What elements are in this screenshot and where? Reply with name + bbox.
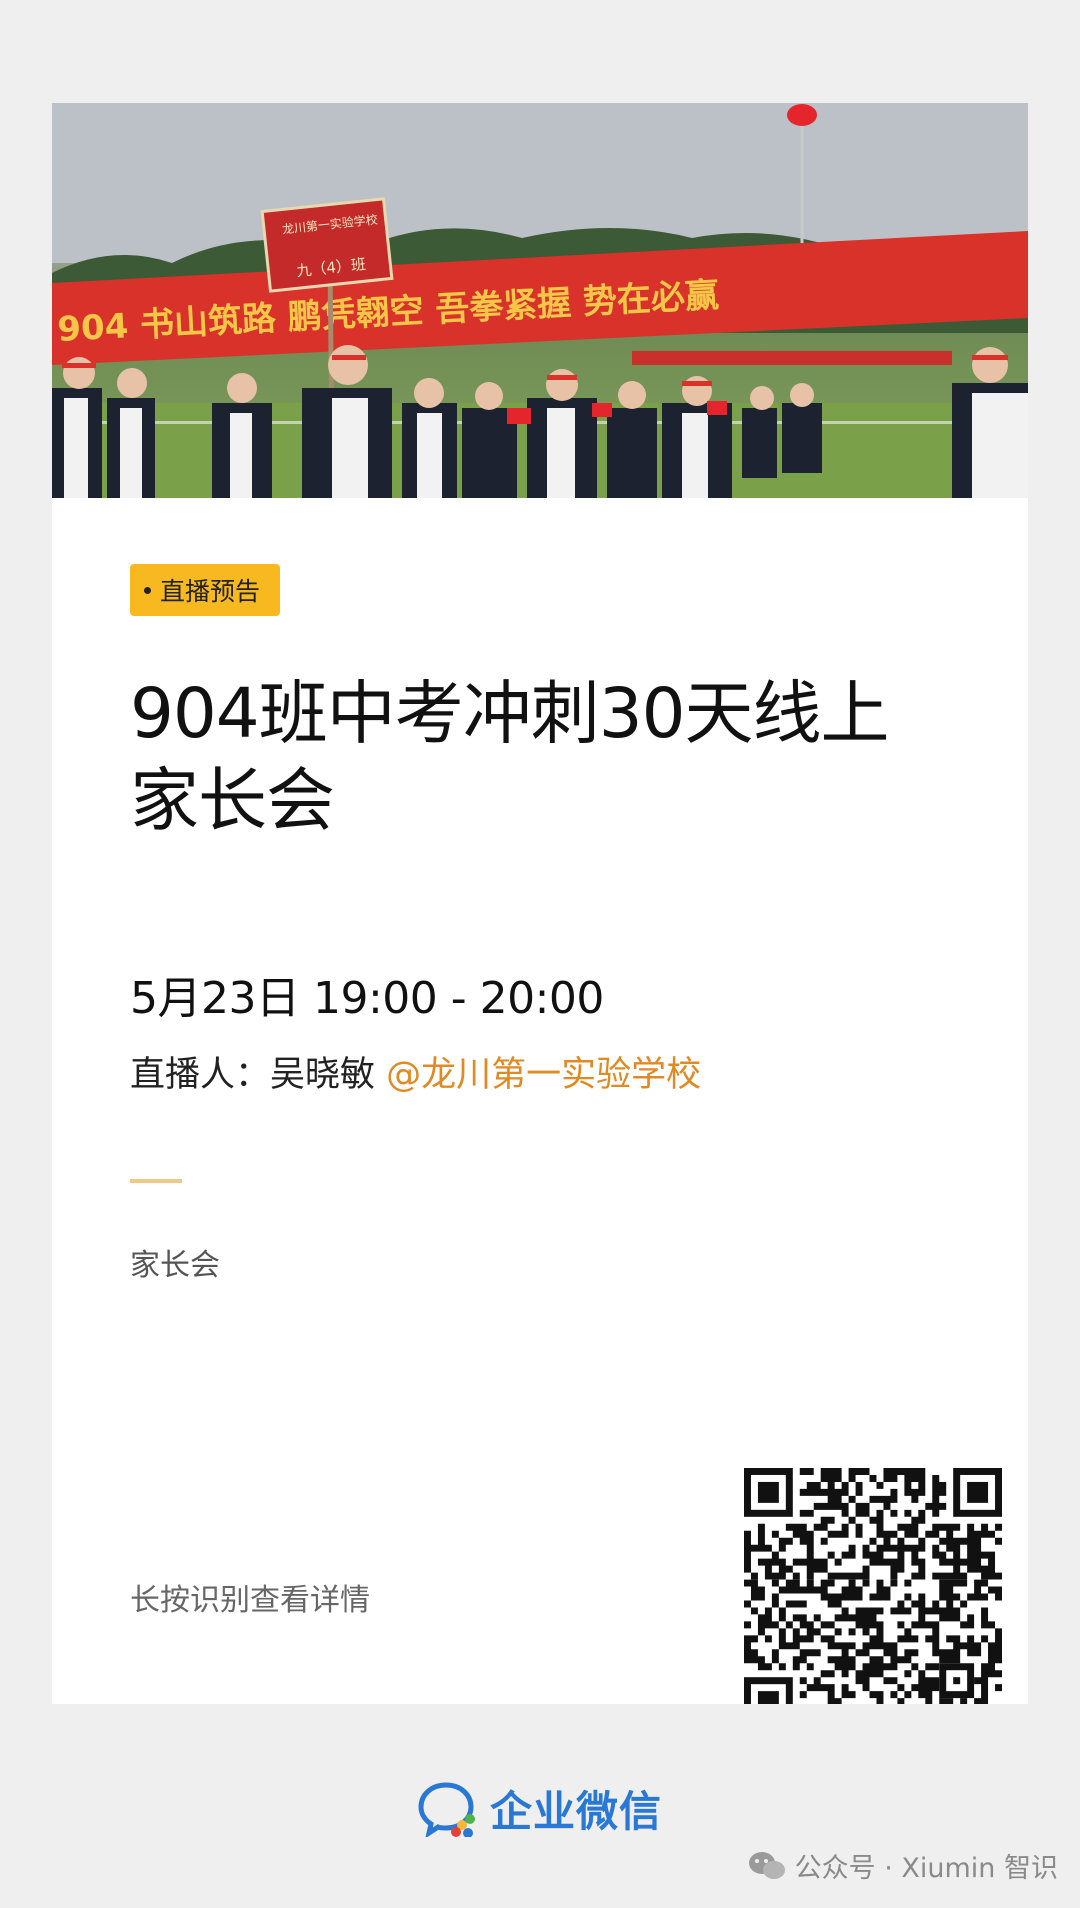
qr-alignment-marker: [939, 1663, 975, 1699]
wecom-logo-icon: [418, 1781, 475, 1837]
badge-label: 直播预告: [160, 577, 261, 606]
host-label: 直播人：吴晓敏: [130, 1055, 376, 1095]
qr-code-graphic: [744, 1468, 1002, 1704]
qr-code[interactable]: [744, 1468, 1002, 1704]
page: 904 书山筑路 鹏凭翱空 吾拳紧握 势在必赢 龙川第一实验学校 九（4）班 直…: [0, 0, 1080, 1908]
hero-photo: 904 书山筑路 鹏凭翱空 吾拳紧握 势在必赢 龙川第一实验学校 九（4）班: [52, 103, 1028, 498]
event-time: 5月23日 19:00 - 20:00: [130, 973, 604, 1024]
live-preview-badge: 直播预告: [130, 564, 281, 616]
hero-photo-illustration: 904 书山筑路 鹏凭翱空 吾拳紧握 势在必赢 龙川第一实验学校 九（4）班: [52, 103, 1028, 498]
qr-finder-top-left: [744, 1468, 793, 1517]
account-watermark: 公众号 · Xiumin 智识: [747, 1846, 1058, 1885]
wecom-brand: 企业微信: [0, 1778, 1080, 1839]
qr-finder-bottom-left: [744, 1677, 793, 1704]
long-press-hint: 长按识别查看详情: [130, 1583, 370, 1618]
host-org-link[interactable]: @龙川第一实验学校: [386, 1055, 701, 1095]
event-title-line1: 904班中考冲刺30天线上: [130, 674, 890, 754]
wechat-icon: [748, 1851, 785, 1879]
watermark-text: 公众号 · Xiumin 智识: [794, 1853, 1058, 1884]
live-preview-card: 904 书山筑路 鹏凭翱空 吾拳紧握 势在必赢 龙川第一实验学校 九（4）班 直…: [52, 103, 1028, 1704]
host-line: 直播人：吴晓敏 @龙川第一实验学校: [130, 1046, 701, 1097]
event-tag: 家长会: [130, 1248, 220, 1283]
event-title: 904班中考冲刺30天线上 家长会: [130, 671, 930, 845]
wecom-brand-text: 企业微信: [489, 1787, 662, 1836]
qr-finder-top-right: [953, 1468, 1002, 1517]
event-title-line2: 家长会: [130, 761, 335, 841]
card-body: 直播预告 904班中考冲刺30天线上 家长会 5月23日 19:00 - 20:…: [130, 498, 1002, 1704]
accent-divider: [130, 1179, 182, 1183]
dot-icon: [144, 586, 151, 594]
